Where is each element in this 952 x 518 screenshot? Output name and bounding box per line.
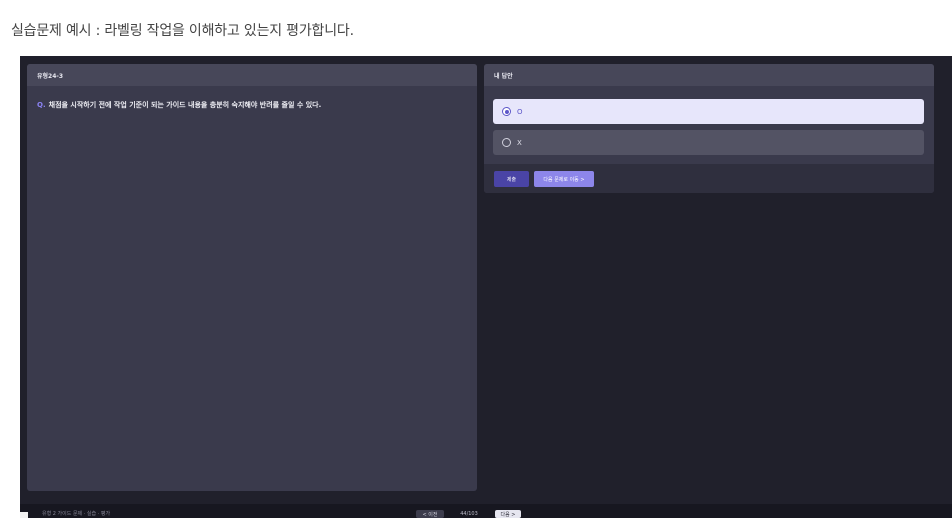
answer-panel: 내 답안 O X 제출 다음 문제로 이동 > — [484, 64, 934, 193]
answer-option-o[interactable]: O — [493, 99, 924, 124]
checkbox-icon[interactable] — [20, 512, 28, 518]
question-panel: 유형24-3 Q. 채점을 시작하기 전에 작업 기준이 되는 가이드 내용을 충… — [27, 64, 477, 491]
prev-button[interactable]: < 이전 — [416, 510, 444, 518]
bottom-navigation-bar: 유형 2 가이드 문제 · 실습 · 평가 < 이전 44/103 다음 > — [20, 504, 952, 518]
question-mark: Q. — [37, 101, 46, 109]
page-indicator: 44/103 — [460, 511, 478, 517]
radio-unselected-icon[interactable] — [502, 138, 511, 147]
question-text: 채점을 시작하기 전에 작업 기준이 되는 가이드 내용을 충분히 숙지해야 반… — [48, 101, 322, 109]
answer-action-bar: 제출 다음 문제로 이동 > — [484, 164, 934, 193]
answer-option-x[interactable]: X — [493, 130, 924, 155]
quiz-app-screenshot: 유형24-3 Q. 채점을 시작하기 전에 작업 기준이 되는 가이드 내용을 충… — [20, 56, 952, 518]
next-button[interactable]: 다음 > — [495, 510, 521, 518]
answer-option-label: O — [517, 107, 523, 116]
answer-panel-title: 내 답안 — [484, 64, 934, 86]
radio-selected-icon[interactable] — [502, 107, 511, 116]
page-caption: 실습문제 예시 : 라벨링 작업을 이해하고 있는지 평가합니다. — [11, 23, 354, 39]
submit-button[interactable]: 제출 — [494, 171, 529, 187]
breadcrumb: 유형 2 가이드 문제 · 실습 · 평가 — [42, 511, 111, 517]
question-text-row: Q. 채점을 시작하기 전에 작업 기준이 되는 가이드 내용을 충분히 숙지해야… — [37, 100, 321, 110]
question-panel-title: 유형24-3 — [27, 64, 477, 86]
answer-option-label: X — [517, 138, 522, 147]
next-question-button[interactable]: 다음 문제로 이동 > — [534, 171, 594, 187]
